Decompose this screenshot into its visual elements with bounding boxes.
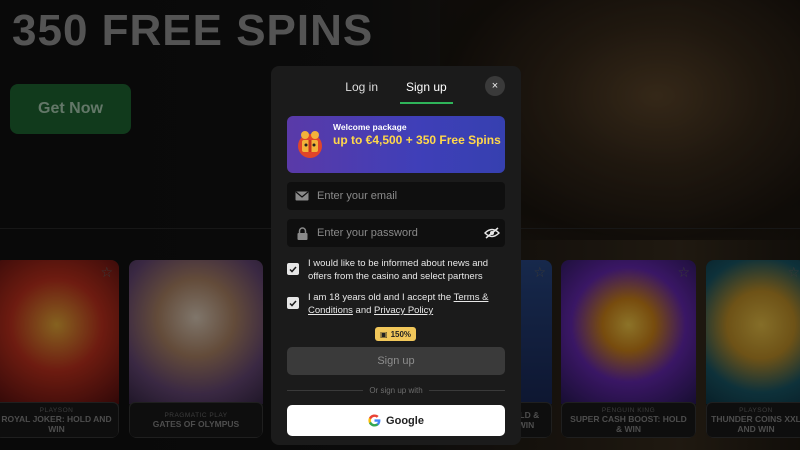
eye-off-icon[interactable]	[479, 227, 505, 239]
close-icon[interactable]: ×	[485, 76, 505, 96]
tab-login[interactable]: Log in	[339, 78, 384, 104]
divider-line	[287, 390, 364, 391]
news-consent-row: I would like to be informed about news a…	[287, 257, 511, 283]
bonus-badge: ▣ 150%	[375, 327, 417, 341]
signup-modal: Log in Sign up × Welcome package up to €…	[271, 66, 521, 445]
terms-consent-row: I am 18 years old and I accept the Terms…	[287, 291, 511, 317]
terms-consent-checkbox[interactable]	[287, 297, 299, 309]
mail-icon	[287, 191, 317, 201]
gift-icon: ▣	[380, 329, 388, 339]
promo-title: up to €4,500 + 350 Free Spins	[333, 133, 501, 147]
email-input[interactable]	[317, 190, 505, 202]
terms-and: and	[352, 305, 375, 316]
lock-icon	[287, 226, 317, 240]
gift-mascot-icon	[298, 131, 322, 158]
divider-line	[428, 390, 506, 391]
tab-signup[interactable]: Sign up	[400, 78, 453, 104]
google-button-label: Google	[386, 414, 424, 427]
news-consent-checkbox[interactable]	[287, 263, 299, 275]
or-signup-label: Or sign up with	[369, 386, 423, 395]
bonus-badge-label: 150%	[390, 329, 412, 339]
news-consent-label: I would like to be informed about news a…	[308, 258, 489, 282]
terms-prefix: I am 18 years old and I accept the	[308, 292, 454, 303]
password-field[interactable]	[287, 219, 505, 247]
welcome-package-banner: Welcome package up to €4,500 + 350 Free …	[287, 116, 505, 173]
email-field[interactable]	[287, 182, 505, 210]
promo-kicker: Welcome package	[333, 122, 407, 132]
privacy-link[interactable]: Privacy Policy	[374, 305, 433, 316]
google-signup-button[interactable]: Google	[287, 405, 505, 436]
google-icon	[368, 414, 381, 427]
terms-consent-label: I am 18 years old and I accept the Terms…	[308, 291, 511, 317]
auth-tabs: Log in Sign up	[271, 78, 521, 104]
signup-button[interactable]: Sign up	[287, 347, 505, 375]
password-input[interactable]	[317, 227, 479, 239]
social-divider: Or sign up with	[287, 386, 506, 395]
